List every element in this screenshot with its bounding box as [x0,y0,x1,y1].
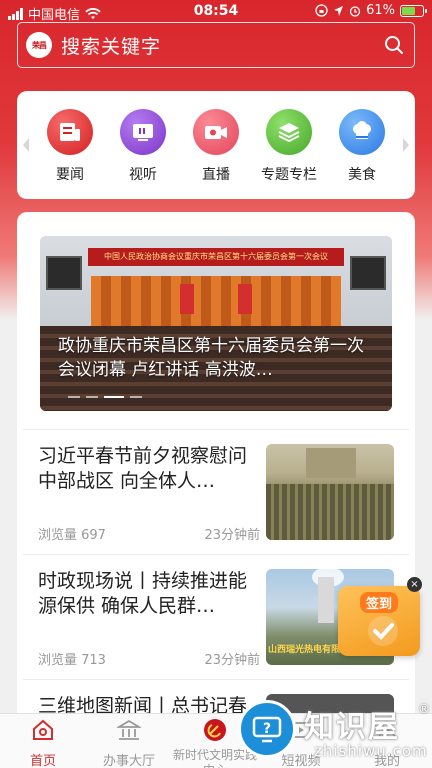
divider [23,429,409,430]
thumbnail-caption: 山西瑞光热电有限 [268,645,341,655]
app-logo: 荣昌 [26,32,52,58]
check-icon [368,616,398,646]
view-count: 浏览量 713 [38,653,106,668]
lock-rotation-icon [315,4,328,17]
banner-caption: 政协重庆市荣昌区第十六届委员会第一次会议闭幕 卢红讲话 高洪波… [58,336,364,380]
banner-backdrop-text: 中国人民政治协商会议重庆市荣昌区第十六届委员会第一次会议 [88,248,344,266]
search-icon[interactable] [384,35,404,55]
category-label: 直播 [202,167,230,183]
watermark-url: zhishiwu.com [314,742,428,760]
headline-banner[interactable]: 中国人民政治协商会议重庆市荣昌区第十六届委员会第一次会议 政协重庆市荣昌区第十六… [40,236,392,411]
tab-service-hall[interactable]: 办事大厅 [86,718,172,768]
timestamp: 23分钟前 [204,653,260,668]
alarm-icon [349,5,361,17]
news-icon [47,109,93,155]
search-bar[interactable]: 荣昌 搜索关键字 [17,22,415,68]
view-count: 浏览量 697 [38,528,106,543]
watermark-title: 知识屋 [304,710,400,745]
signin-button[interactable]: 签到 [338,586,420,656]
help-icon: ? [238,700,296,758]
tab-label: 办事大厅 [102,754,155,768]
chef-hat-icon [339,109,385,155]
divider [23,679,409,680]
divider [23,554,409,555]
layers-icon [266,109,312,155]
scroll-left-icon[interactable] [23,138,29,152]
party-emblem-icon [204,719,226,741]
location-icon [334,5,344,16]
status-bar: 中国电信 08:54 61% [0,0,432,24]
battery-percent: 61% [366,3,395,18]
building-icon [115,719,143,740]
timestamp: 23分钟前 [204,528,260,543]
scroll-right-icon[interactable] [403,138,409,152]
category-live[interactable]: 直播 [181,109,251,184]
close-icon[interactable]: × [407,577,422,592]
category-label: 视听 [129,167,157,183]
camera-icon [193,109,239,155]
category-label: 要闻 [56,167,84,183]
list-item[interactable]: 习近平春节前夕视察慰问中部战区 向全体人… 浏览量 697 23分钟前 [38,444,394,544]
category-news[interactable]: 要闻 [35,109,105,184]
category-label: 专题专栏 [261,167,317,183]
tv-icon [120,109,166,155]
watermark: ? 知识屋 ® zhishiwu.com [238,698,432,768]
battery-icon [400,4,427,17]
svg-text:?: ? [263,721,271,737]
news-title: 习近平春节前夕视察慰问中部战区 向全体人… [38,445,248,492]
category-special-topics[interactable]: 专题专栏 [254,109,324,184]
watermark-registered: ® [418,702,430,716]
category-audiovisual[interactable]: 视听 [108,109,178,184]
home-icon [33,719,53,740]
news-thumbnail [266,444,394,540]
news-title: 时政现场说丨持续推进能源保供 确保人民群… [38,570,248,617]
category-label: 美食 [348,167,376,183]
signin-label: 签到 [360,592,399,613]
carousel-indicator [68,396,142,398]
search-input[interactable]: 搜索关键字 [61,32,161,59]
category-food[interactable]: 美食 [327,109,397,184]
tab-label: 首页 [29,754,56,768]
app-logo-text: 荣昌 [32,39,47,50]
category-card: 要闻 视听 直播 专题专栏 美食 [17,91,415,199]
tab-home[interactable]: 首页 [0,718,86,768]
